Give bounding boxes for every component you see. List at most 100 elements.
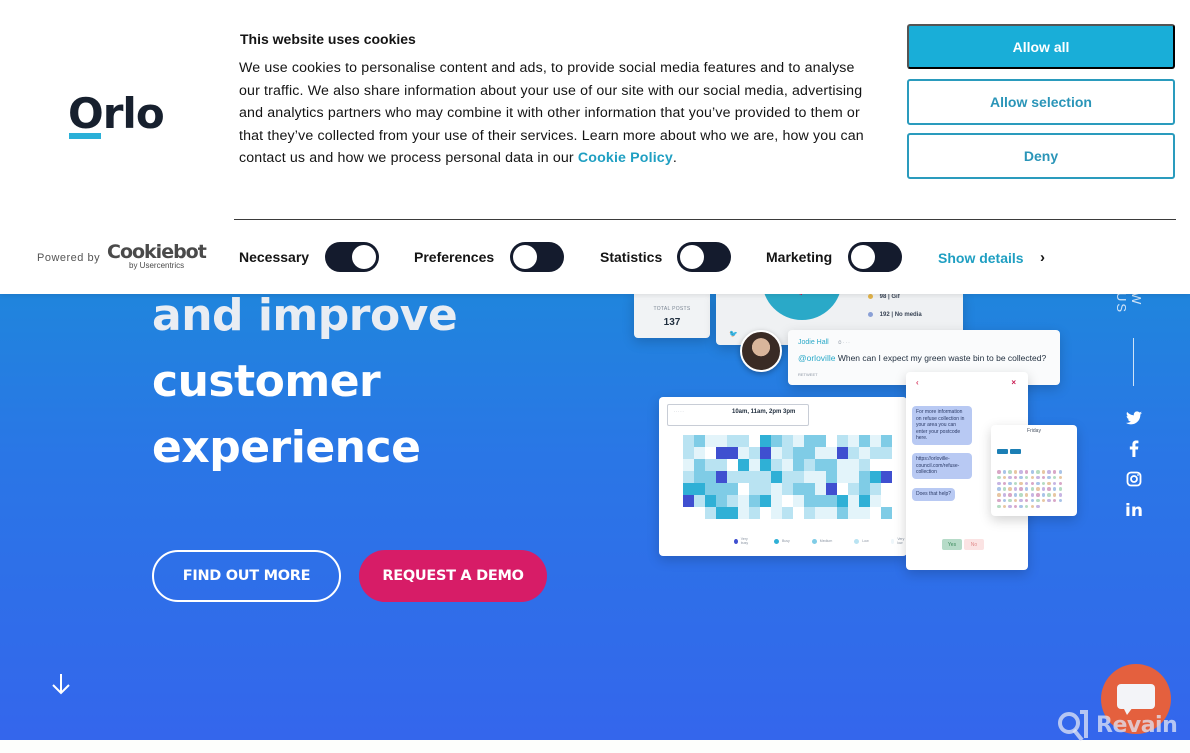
heatmap-cell — [826, 495, 837, 507]
twitter-icon[interactable] — [1124, 408, 1144, 428]
heatmap-cell — [826, 483, 837, 495]
facebook-icon[interactable] — [1124, 438, 1144, 458]
heatmap-cell — [881, 483, 892, 495]
heatmap-cell — [694, 507, 705, 519]
heatmap-cell — [804, 471, 815, 483]
toggle-statistics[interactable] — [677, 242, 731, 272]
avatar — [740, 330, 782, 372]
heatmap-cell — [694, 495, 705, 507]
legend-label: Very busy — [740, 537, 749, 545]
calendar-dot — [1013, 481, 1018, 486]
instagram-icon[interactable] — [1124, 469, 1144, 489]
deny-button[interactable]: Deny — [907, 133, 1175, 179]
legend-dot — [890, 538, 895, 544]
calendar-dot — [1047, 498, 1051, 503]
calendar-dot — [1041, 481, 1046, 486]
heatmap-cell — [705, 435, 716, 447]
toggle-label-preferences: Preferences — [414, 249, 495, 265]
heatmap-cell — [848, 483, 859, 495]
calendar-tags — [997, 449, 1021, 454]
legend-dot — [868, 312, 873, 317]
chat-bubble: https://orloville-council.com/refuse-col… — [912, 453, 972, 479]
heatmap-cell — [683, 483, 694, 495]
legend-label: Gif — [891, 294, 900, 301]
heatmap-cell — [804, 483, 815, 495]
heatmap-legend-item: Busy — [774, 537, 790, 545]
heatmap-cell — [738, 483, 749, 495]
heatmap-header: · · · · · 10am, 11am, 2pm 3pm — [667, 404, 809, 426]
legend-value: 98 — [879, 294, 887, 301]
toggle-necessary[interactable] — [325, 242, 379, 272]
calendar-dot — [1019, 504, 1023, 509]
chevron-right-icon[interactable]: › — [1040, 249, 1045, 266]
legend-label: No media — [894, 312, 922, 319]
calendar-dot — [1013, 487, 1018, 491]
heatmap-cell — [793, 483, 804, 495]
heatmap-title: 10am, 11am, 2pm 3pm — [732, 409, 796, 415]
calendar-dot — [1058, 498, 1063, 503]
heatmap-cell — [815, 483, 826, 495]
heatmap-cell — [771, 459, 782, 471]
logo-text: Orlo — [68, 89, 165, 138]
calendar-dot — [1008, 498, 1012, 503]
heatmap-subtitle: · · · · · — [674, 410, 684, 414]
calendar-dot — [1008, 493, 1012, 497]
cookiebot-logo[interactable]: Cookiebot by Usercentrics — [107, 241, 207, 270]
orlo-logo[interactable]: Orlo — [68, 89, 165, 141]
show-details-link[interactable]: Show details — [938, 250, 1024, 266]
heatmap-cell — [705, 495, 716, 507]
calendar-dot — [1013, 475, 1018, 480]
arrow-down-icon[interactable] — [50, 672, 72, 696]
toggle-knob — [851, 245, 875, 269]
close-icon: × — [1011, 378, 1016, 387]
heatmap-cell — [694, 459, 705, 471]
heatmap-cell — [826, 471, 837, 483]
heatmap-cell — [683, 459, 694, 471]
calendar-dot — [997, 487, 1001, 491]
allow-selection-button[interactable]: Allow selection — [907, 79, 1175, 125]
heatmap-cell — [815, 471, 826, 483]
find-out-more-button[interactable]: FIND OUT MORE — [152, 550, 341, 602]
calendar-dot — [1036, 504, 1040, 509]
divider — [234, 219, 1176, 220]
calendar-dot — [1058, 470, 1063, 474]
allow-all-button[interactable]: Allow all — [907, 24, 1175, 69]
heatmap-cell — [771, 435, 782, 447]
heatmap-cell — [881, 447, 892, 459]
heatmap-cell — [782, 459, 793, 471]
tweet-handle: @orloville — [798, 353, 836, 363]
chat-bubble-icon — [1117, 684, 1155, 709]
revain-watermark: Revain — [1056, 708, 1178, 742]
toggle-marketing[interactable] — [848, 242, 902, 272]
heatmap-cell — [727, 471, 738, 483]
linkedin-icon[interactable]: in — [1124, 501, 1144, 521]
legend-dot — [734, 538, 738, 544]
tweet-meta: ⏱ · · · — [838, 340, 850, 345]
request-demo-button[interactable]: REQUEST A DEMO — [359, 550, 547, 602]
calendar-dot — [1013, 504, 1018, 509]
heatmap-cell — [694, 483, 705, 495]
toggle-preferences[interactable] — [510, 242, 564, 272]
heatmap-cell — [782, 483, 793, 495]
heatmap-cell — [870, 471, 881, 483]
page: and improve customer experience FIND OUT… — [0, 0, 1190, 753]
toggle-label-necessary: Necessary — [239, 249, 310, 265]
calendar-dot — [1052, 481, 1057, 486]
cookie-policy-link[interactable]: Cookie Policy — [578, 150, 673, 166]
calendar-dot — [1058, 487, 1063, 491]
heatmap-cell — [782, 447, 793, 459]
heatmap-cell — [881, 471, 892, 483]
tweet-author: Jodie Hall — [798, 339, 829, 346]
calendar-dot — [1030, 493, 1035, 497]
calendar-dot — [1013, 498, 1018, 503]
heatmap-cell — [837, 447, 848, 459]
heatmap-cell — [749, 447, 760, 459]
heatmap-cell — [859, 471, 870, 483]
heatmap-cell — [881, 495, 892, 507]
calendar-dot — [1024, 470, 1029, 474]
heatmap-cell — [749, 483, 760, 495]
twitter-icon: 🐦 — [729, 331, 738, 338]
cookie-banner: Orlo Powered by Cookiebot by Usercentric… — [0, 0, 1190, 294]
heatmap-cell — [793, 435, 804, 447]
heatmap-cell — [870, 447, 881, 459]
